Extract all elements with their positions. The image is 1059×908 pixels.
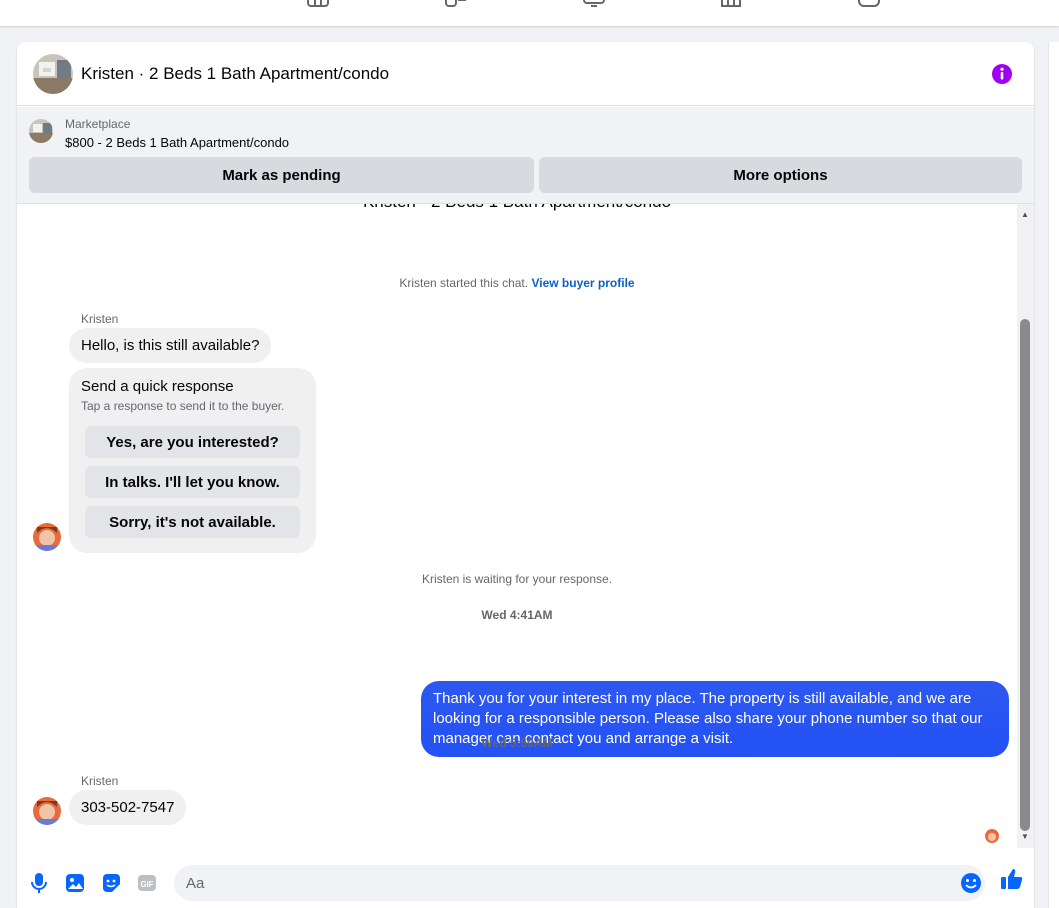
view-buyer-profile-link[interactable]: View buyer profile — [531, 276, 634, 290]
incoming-message[interactable]: Hello, is this still available? — [69, 328, 272, 363]
chat-started-notice: Kristen started this chat. View buyer pr… — [17, 276, 1017, 290]
sender-name: Kristen — [81, 774, 119, 788]
message-input-placeholder: Aa — [186, 875, 205, 892]
friends-nav-icon[interactable] — [444, 0, 468, 8]
message-scrollbar[interactable]: ▲ ▼ — [1017, 204, 1034, 848]
timestamp: Wed 5:50AM — [481, 736, 553, 750]
incoming-message[interactable]: 303-502-7547 — [69, 790, 187, 825]
chat-header: Kristen · 2 Beds 1 Bath Apartment/condo — [17, 42, 1034, 106]
watch-nav-icon[interactable] — [582, 0, 606, 8]
buyer-avatar[interactable] — [33, 523, 61, 551]
image-icon[interactable] — [64, 872, 86, 894]
thumbs-up-icon[interactable] — [1000, 867, 1024, 891]
quick-response-yes-button[interactable]: Yes, are you interested? — [85, 426, 300, 458]
buyer-avatar[interactable] — [33, 797, 61, 825]
scroll-up-arrow-icon[interactable]: ▲ — [1021, 210, 1029, 219]
scroll-down-arrow-icon[interactable]: ▼ — [1021, 832, 1029, 841]
microphone-icon[interactable] — [28, 872, 50, 894]
conversation-title-cut: Kristen · 2 Beds 1 Bath Apartment/condo — [17, 204, 1017, 212]
svg-text:GIF: GIF — [140, 880, 153, 889]
listing-price-title[interactable]: $800 - 2 Beds 1 Bath Apartment/condo — [65, 135, 289, 150]
waiting-notice: Kristen is waiting for your response. — [421, 572, 613, 586]
message-composer: GIF Aa — [17, 848, 1034, 908]
chat-window: Kristen · 2 Beds 1 Bath Apartment/condo … — [17, 42, 1034, 908]
timestamp: Wed 4:41AM — [481, 608, 553, 622]
listing-banner: Marketplace $800 - 2 Beds 1 Bath Apartme… — [17, 107, 1034, 204]
quick-response-unavailable-button[interactable]: Sorry, it's not available. — [85, 506, 300, 538]
gif-icon[interactable]: GIF — [136, 872, 158, 894]
home-nav-icon[interactable] — [719, 0, 743, 8]
emoji-icon[interactable] — [960, 872, 982, 894]
gaming-nav-icon[interactable] — [857, 0, 881, 8]
chat-title: Kristen · 2 Beds 1 Bath Apartment/condo — [81, 64, 390, 83]
read-receipt-avatar — [985, 829, 999, 843]
message-list: Kristen · 2 Beds 1 Bath Apartment/condo … — [17, 204, 1034, 848]
listing-category: Marketplace — [65, 117, 131, 131]
info-icon[interactable] — [991, 63, 1013, 85]
mark-as-pending-button[interactable]: Mark as pending — [29, 157, 534, 193]
listing-avatar[interactable] — [33, 54, 73, 94]
quick-response-card: Send a quick response Tap a response to … — [69, 368, 316, 553]
quick-response-subtitle: Tap a response to send it to the buyer. — [81, 399, 285, 413]
adjacent-panel-edge — [1048, 42, 1059, 908]
sender-name: Kristen — [81, 312, 119, 326]
marketplace-nav-icon[interactable] — [306, 0, 330, 8]
more-options-button[interactable]: More options — [539, 157, 1022, 193]
chat-started-text: Kristen started this chat. — [399, 276, 529, 290]
sticker-icon[interactable] — [100, 872, 122, 894]
quick-response-title: Send a quick response — [81, 378, 234, 395]
top-navigation-bar — [0, 0, 1059, 26]
scrollbar-thumb[interactable] — [1020, 319, 1030, 831]
quick-response-talks-button[interactable]: In talks. I'll let you know. — [85, 466, 300, 498]
message-input[interactable]: Aa — [174, 865, 985, 901]
listing-thumbnail[interactable] — [29, 119, 53, 143]
